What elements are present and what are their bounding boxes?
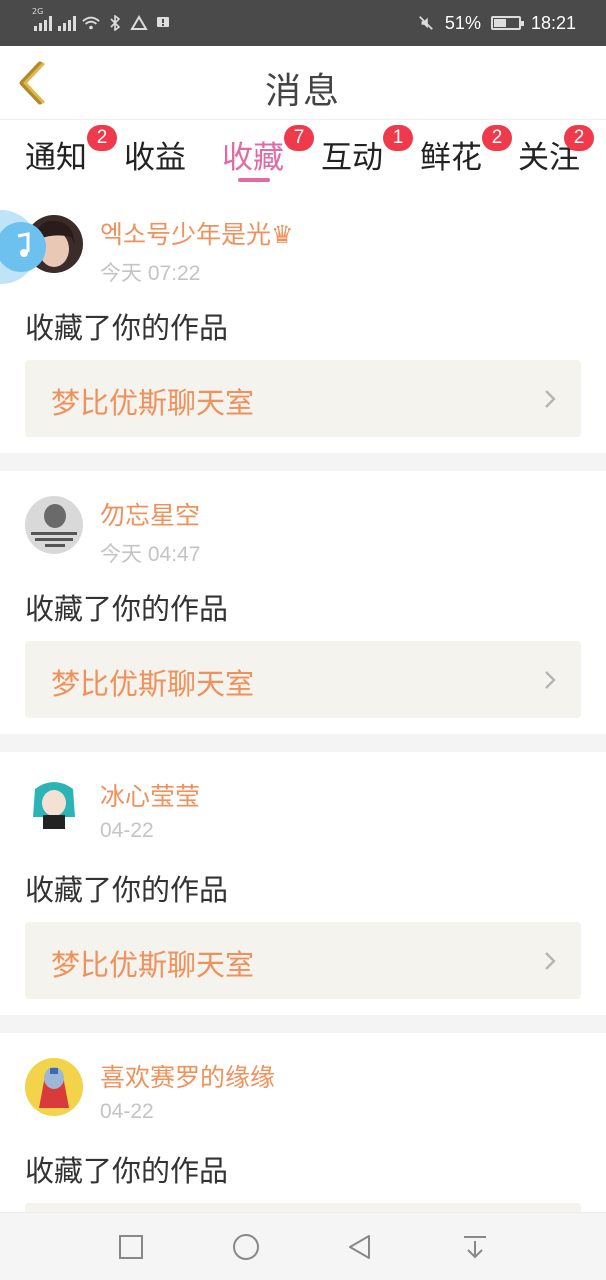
square-recents-icon[interactable] <box>115 1231 147 1263</box>
status-left-icons: 2G <box>32 7 172 34</box>
tab-follows[interactable]: 关注 2 <box>518 125 594 176</box>
music-note-icon <box>17 232 30 257</box>
network-type-label: 2G <box>32 7 44 16</box>
work-link-card[interactable]: 梦比优斯聊天室 <box>25 641 581 718</box>
system-nav-bar <box>0 1212 606 1280</box>
post-time: 04-22 <box>100 1100 154 1123</box>
cell-signal-icon: 2G <box>32 7 52 31</box>
mute-icon <box>419 16 433 30</box>
notification-alert-icon <box>157 17 169 27</box>
tab-flowers[interactable]: 鲜花 2 <box>420 125 512 176</box>
avatar[interactable] <box>25 777 83 835</box>
tab-badge: 7 <box>284 125 314 151</box>
action-text: 收藏了你的作品 <box>25 873 229 907</box>
user-name[interactable]: 엑소号少年是光♛ <box>100 215 293 251</box>
tab-label: 收藏 <box>222 140 284 176</box>
chevron-right-icon <box>545 671 556 689</box>
work-title: 梦比优斯聊天室 <box>51 386 255 420</box>
action-text: 收藏了你的作品 <box>25 1154 229 1188</box>
user-name[interactable]: 冰心莹莹 <box>100 777 200 813</box>
list-item: 勿忘星空 今天 04:47 收藏了你的作品 梦比优斯聊天室 <box>0 471 606 734</box>
list-item: 엑소号少年是光♛ 今天 07:22 收藏了你的作品 梦比优斯聊天室 <box>0 190 606 453</box>
chevron-right-icon <box>545 390 556 408</box>
music-disc <box>0 222 46 272</box>
pull-down-icon[interactable] <box>459 1231 491 1263</box>
action-text: 收藏了你的作品 <box>25 311 229 345</box>
work-title: 梦比优斯聊天室 <box>51 667 255 701</box>
tab-badge: 2 <box>564 125 594 151</box>
tab-notifications[interactable]: 通知 2 <box>25 125 117 176</box>
avatar[interactable] <box>25 496 83 554</box>
tab-label: 互动 <box>321 140 383 176</box>
post-time: 04-22 <box>100 819 154 842</box>
tab-label: 收益 <box>124 140 186 176</box>
work-title: 梦比优斯聊天室 <box>51 948 255 982</box>
action-text: 收藏了你的作品 <box>25 592 229 626</box>
work-link-card[interactable]: 梦比优斯聊天室 <box>25 922 581 999</box>
chevron-right-icon <box>545 952 556 970</box>
work-link-card[interactable]: 梦比优斯聊天室 <box>25 360 581 437</box>
message-tabs: 通知 2 收益 收藏 7 互动 1 鲜花 2 关注 2 <box>0 120 606 188</box>
divider <box>0 453 606 471</box>
tab-label: 通知 <box>25 140 87 176</box>
avatar[interactable] <box>25 1058 83 1116</box>
page-title: 消息 <box>264 71 341 112</box>
tab-favorites[interactable]: 收藏 7 <box>222 125 314 176</box>
tab-badge: 1 <box>383 125 413 151</box>
clock: 18:21 <box>530 12 576 33</box>
divider <box>0 1015 606 1033</box>
tab-label: 鲜花 <box>420 140 482 176</box>
tab-interactions[interactable]: 互动 1 <box>321 125 413 176</box>
active-tab-indicator <box>238 178 270 182</box>
post-time: 今天 04:47 <box>100 543 201 566</box>
cell-signal-2-icon <box>58 15 76 31</box>
divider <box>0 734 606 752</box>
user-name[interactable]: 勿忘星空 <box>100 496 200 532</box>
wifi-icon <box>82 16 100 30</box>
tab-badge: 2 <box>87 125 117 151</box>
user-name[interactable]: 喜欢赛罗的缘缘 <box>100 1058 275 1094</box>
post-time: 今天 07:22 <box>100 262 201 285</box>
app-header: 消息 <box>0 46 606 120</box>
status-bar: 2G 51% 18:21 <box>0 0 606 46</box>
favorites-feed: 엑소号少年是光♛ 今天 07:22 收藏了你的作品 梦比优斯聊天室 勿忘星空 今… <box>0 190 606 1280</box>
battery-percent: 51% <box>444 12 481 33</box>
battery-icon <box>490 16 524 30</box>
bluetooth-icon <box>110 15 121 31</box>
tab-badge: 2 <box>482 125 512 151</box>
status-right-icons: 51% 18:21 <box>417 10 576 36</box>
warning-triangle-icon <box>130 15 148 30</box>
list-item: 冰心莹莹 04-22 收藏了你的作品 梦比优斯聊天室 <box>0 752 606 1015</box>
circle-home-icon[interactable] <box>230 1231 262 1263</box>
tab-earnings[interactable]: 收益 <box>124 132 186 176</box>
triangle-back-icon[interactable] <box>344 1231 376 1263</box>
